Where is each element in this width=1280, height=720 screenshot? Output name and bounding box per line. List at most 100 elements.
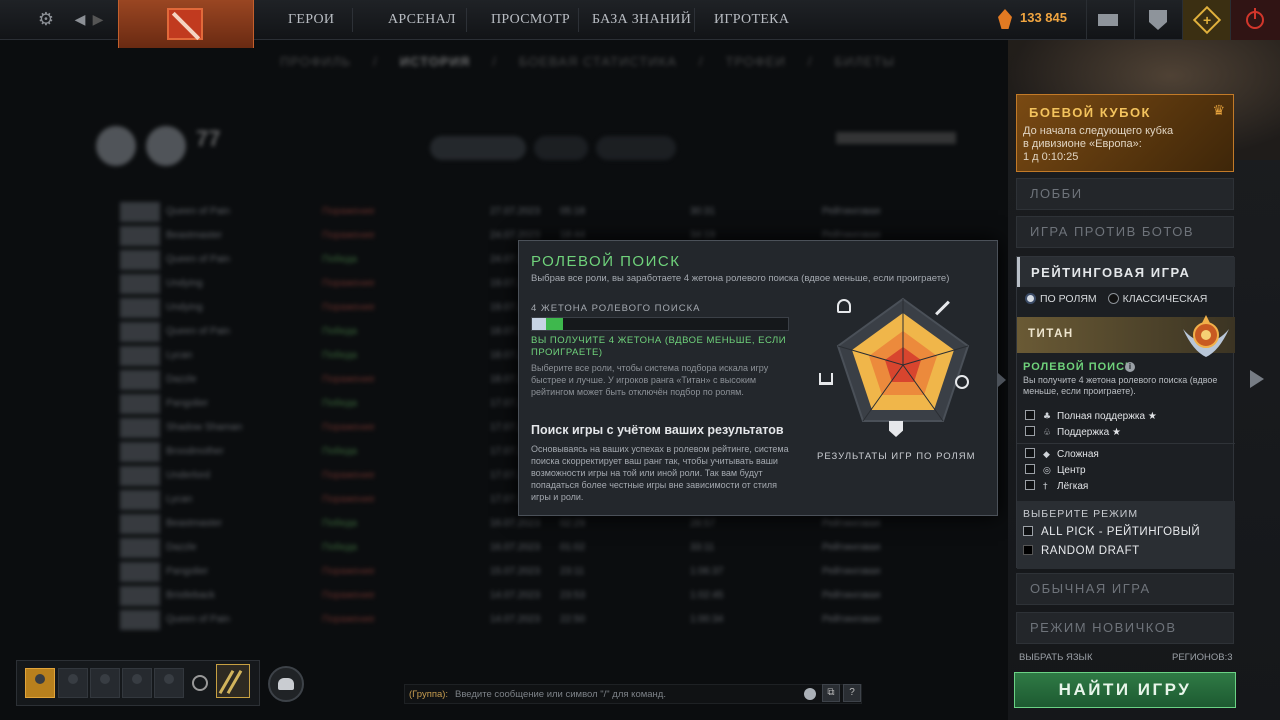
- match-ty: Рейтинговая: [822, 206, 881, 217]
- friends-icon[interactable]: [268, 666, 304, 702]
- match-date: 16.07.2023: [490, 518, 541, 529]
- guild-icon[interactable]: [216, 664, 250, 698]
- role-safelane[interactable]: † Лёгкая: [1025, 480, 1088, 492]
- match-ty: Рейтинговая: [822, 590, 881, 601]
- nav-armory[interactable]: АРСЕНАЛ: [388, 0, 456, 40]
- voice-chat-icon[interactable]: [192, 675, 208, 691]
- mode-label: ALL PICK - РЕЙТИНГОВЫЙ: [1041, 526, 1201, 538]
- nav-arcade[interactable]: ИГРОТЕКА: [714, 0, 789, 40]
- match-t: 23:11: [560, 566, 585, 577]
- power-icon[interactable]: [1230, 0, 1280, 40]
- chat-input[interactable]: (Группа): Введите сообщение или символ "…: [404, 684, 862, 704]
- newbie-mode-button[interactable]: РЕЖИМ НОВИЧКОВ: [1016, 612, 1234, 644]
- classic-radio[interactable]: КЛАССИЧЕСКАЯ: [1107, 293, 1207, 305]
- popup-description-2: Основываясь на ваших успехах в ролевом р…: [531, 444, 789, 502]
- bot-match-button[interactable]: ИГРА ПРОТИВ БОТОВ: [1016, 216, 1234, 248]
- stat-bar: [836, 132, 956, 144]
- chat-help-button[interactable]: ?: [843, 684, 861, 702]
- nav-heroes[interactable]: ГЕРОИ: [288, 0, 334, 40]
- nav-watch[interactable]: ПРОСМОТР: [491, 0, 570, 40]
- role-label: Лёгкая: [1057, 481, 1089, 492]
- info-icon[interactable]: i: [1125, 362, 1135, 372]
- party-slot[interactable]: [154, 668, 184, 698]
- match-row[interactable]: Dazzle Победа 16.07.2023 01:02 33:11 Рейтинго…: [120, 538, 900, 558]
- hero-avatar: [120, 202, 160, 222]
- hero-avatar: [120, 418, 160, 438]
- match-row[interactable]: Queen of Pain Поражение 14.07.2023 22:50 1:0…: [120, 610, 900, 630]
- emoji-icon[interactable]: [804, 688, 816, 700]
- match-res: Поражение: [322, 566, 375, 577]
- role-search-popup: РОЛЕВОЙ ПОИСК Выбрав все роли, вы зарабо…: [518, 240, 998, 516]
- match-row[interactable]: Queen of Pain Поражение 27.07.2023 05:18 30:…: [120, 202, 900, 222]
- select-language-link[interactable]: ВЫБРАТЬ ЯЗЫК: [1019, 652, 1093, 663]
- match-hero: Queen of Pain: [166, 254, 230, 265]
- match-res: Поражение: [322, 302, 375, 313]
- armory-icon[interactable]: [1134, 0, 1182, 40]
- filter-pill[interactable]: [534, 136, 588, 160]
- rank-banner: ТИТАН: [1017, 315, 1235, 357]
- hard-support-icon: ♣: [1043, 412, 1052, 422]
- next-arrow-icon[interactable]: [1250, 370, 1264, 388]
- mode-all-pick[interactable]: ALL PICK - РЕЙТИНГОВЫЙ: [1023, 526, 1200, 538]
- subtab-history[interactable]: ИСТОРИЯ: [400, 54, 471, 69]
- chat-channel[interactable]: (Группа):: [409, 689, 448, 700]
- subtab-tickets[interactable]: БИЛЕТЫ: [834, 54, 895, 69]
- ranked-section: РЕЙТИНГОВАЯ ИГРА ПО РОЛЯМ КЛАССИЧЕСКАЯ Т…: [1016, 256, 1235, 569]
- filter-pill[interactable]: [430, 136, 526, 160]
- mail-icon[interactable]: [1086, 0, 1134, 40]
- subtab-sep: /: [492, 54, 497, 69]
- bow-icon: ◎: [1043, 466, 1051, 476]
- filter-pill[interactable]: [596, 136, 676, 160]
- subtab-profile[interactable]: ПРОФИЛЬ: [280, 54, 351, 69]
- lobby-button[interactable]: ЛОББИ: [1016, 178, 1234, 210]
- match-hero: Undying: [166, 278, 203, 289]
- party-slot-self[interactable]: [25, 668, 55, 698]
- battle-cup-card[interactable]: БОЕВОЙ КУБОК ♛ До начала следующего кубк…: [1016, 94, 1234, 172]
- role-search-title: РОЛЕВОЙ ПОИСК: [1023, 361, 1133, 373]
- role-label: Поддержка: [1057, 427, 1110, 438]
- match-hero: Shadow Shaman: [166, 422, 243, 433]
- popup-subtitle: Выбрав все роли, вы заработаете 4 жетона…: [531, 273, 950, 284]
- mode-random-draft[interactable]: RANDOM DRAFT: [1023, 545, 1140, 557]
- match-ty: Рейтинговая: [822, 614, 881, 625]
- gear-icon[interactable]: ⚙: [34, 8, 58, 32]
- regions-link[interactable]: РЕГИОНОВ:3: [1172, 652, 1233, 663]
- normal-game-button[interactable]: ОБЫЧНАЯ ИГРА: [1016, 573, 1234, 605]
- match-row[interactable]: Bristleback Поражение 14.07.2023 23:53 1:02:…: [120, 586, 900, 606]
- hero-avatar: [120, 322, 160, 342]
- match-res: Победа: [322, 350, 358, 361]
- shards-count[interactable]: 133 845: [1020, 10, 1067, 25]
- trophy-icon: ♛: [1212, 103, 1225, 119]
- subtab-trophies[interactable]: ТРОФЕИ: [725, 54, 785, 69]
- chat-popout-icon[interactable]: ⧉: [822, 684, 840, 702]
- ranked-options: ПО РОЛЯМ КЛАССИЧЕСКАЯ: [1025, 293, 1207, 305]
- dota-logo-icon: [167, 8, 203, 40]
- role-offlane[interactable]: ◆ Сложная: [1025, 448, 1099, 460]
- find-match-button[interactable]: НАЙТИ ИГРУ: [1014, 672, 1236, 708]
- plus-icon[interactable]: +: [1182, 0, 1230, 40]
- match-row[interactable]: Beastmaster Победа 16.07.2023 02:29 28:57 Рей…: [120, 514, 900, 534]
- match-res: Победа: [322, 254, 358, 265]
- ranked-header[interactable]: РЕЙТИНГОВАЯ ИГРА: [1017, 257, 1235, 287]
- role-soft-support[interactable]: ♧ Поддержка ★: [1025, 426, 1121, 438]
- nav-learn[interactable]: БАЗА ЗНАНИЙ: [592, 0, 691, 40]
- checkbox: [1023, 545, 1033, 555]
- subtab-stats[interactable]: БОЕВАЯ СТАТИСТИКА: [519, 54, 677, 69]
- match-hero: Broodmother: [166, 446, 224, 457]
- shard-icon: [998, 9, 1012, 29]
- by-roles-radio[interactable]: ПО РОЛЯМ: [1025, 293, 1097, 305]
- subtab-sep: /: [807, 54, 813, 69]
- match-hero: Dazzle: [166, 374, 197, 385]
- party-slot[interactable]: [58, 668, 88, 698]
- role-mid[interactable]: ◎ Центр: [1025, 464, 1086, 476]
- bow-icon: [955, 375, 969, 389]
- checkbox: [1025, 410, 1035, 420]
- hero-avatar: [120, 586, 160, 606]
- radar-caption: РЕЗУЛЬТАТЫ ИГР ПО РОЛЯМ: [817, 451, 976, 462]
- match-row[interactable]: Pangolier Поражение 15.07.2023 23:11 1:06:37…: [120, 562, 900, 582]
- match-res: Поражение: [322, 494, 375, 505]
- party-slot[interactable]: [122, 668, 152, 698]
- role-hard-support[interactable]: ♣ Полная поддержка ★: [1025, 410, 1157, 422]
- party-slot[interactable]: [90, 668, 120, 698]
- forward-icon[interactable]: ▶: [86, 8, 110, 32]
